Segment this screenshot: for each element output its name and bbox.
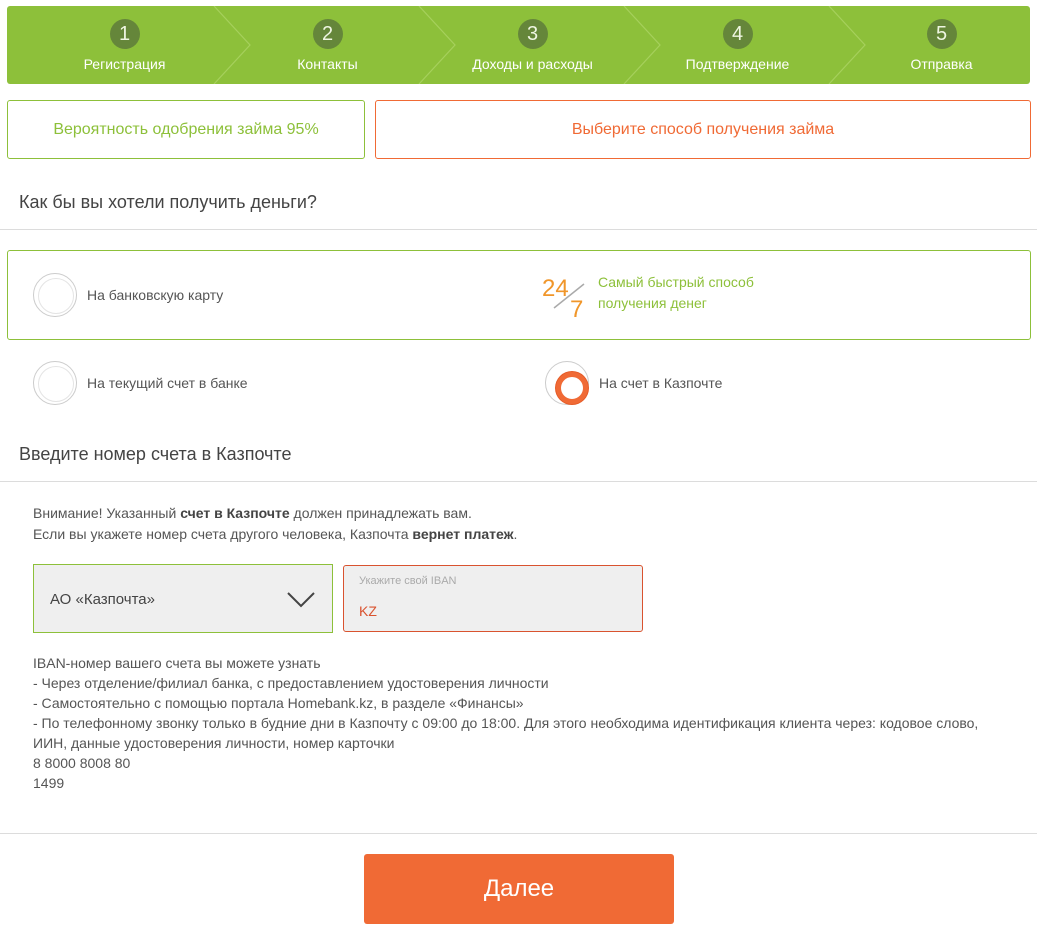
promo-text: Самый быстрый способ получения денег (598, 272, 798, 314)
step-number: 2 (312, 19, 343, 49)
approval-probability-box: Вероятность одобрения займа 95% (7, 100, 365, 159)
step-label: Регистрация (83, 56, 166, 72)
notice-text-part: Если вы укажете номер счета другого чело… (33, 526, 413, 542)
radio-bank-card[interactable] (33, 273, 77, 317)
svg-text:7: 7 (570, 296, 583, 322)
notice-bold: счет в Казпочте (180, 505, 290, 521)
step-confirmation[interactable]: 4 Подтверждение (635, 6, 840, 84)
option-label-bank-account[interactable]: На текущий счет в банке (87, 375, 248, 391)
promo-line: Самый быстрый способ (598, 274, 754, 290)
svg-text:24: 24 (542, 275, 569, 302)
help-phone: 8 8000 8008 80 (33, 755, 131, 771)
step-number: 4 (722, 19, 753, 49)
next-button[interactable]: Далее (364, 854, 674, 924)
step-number: 5 (926, 19, 957, 49)
bank-select-value: АО «Казпочта» (50, 591, 155, 608)
iban-input[interactable] (359, 603, 619, 619)
step-submit[interactable]: 5 Отправка (839, 6, 1030, 84)
choose-method-box: Выберите способ получения займа (375, 100, 1031, 159)
notice-line-1: Внимание! Указанный счет в Казпочте долж… (33, 503, 517, 524)
step-label: Подтверждение (685, 56, 790, 72)
step-income[interactable]: 3 Доходы и расходы (430, 6, 635, 84)
notice-bold: вернет платеж (412, 526, 514, 542)
step-separator-icon (418, 6, 456, 84)
option-label-kazpost[interactable]: На счет в Казпочте (599, 375, 722, 391)
step-number: 3 (517, 19, 548, 49)
step-registration[interactable]: 1 Регистрация (22, 6, 227, 84)
question-heading: Как бы вы хотели получить деньги? (19, 192, 317, 212)
step-label: Контакты (297, 56, 358, 72)
help-line: - Через отделение/филиал банка, с предос… (33, 675, 549, 691)
radio-kazpost[interactable] (545, 361, 589, 405)
help-line: IBAN-номер вашего счета вы можете узнать (33, 655, 321, 671)
notice-text-part: . (513, 526, 518, 542)
divider (0, 833, 1037, 834)
step-separator-icon (213, 6, 251, 84)
chevron-down-icon (287, 592, 315, 608)
iban-help-text: IBAN-номер вашего счета вы можете узнать… (33, 653, 993, 793)
step-label: Отправка (910, 56, 973, 72)
notice-text-part: должен принадлежать вам. (289, 505, 472, 521)
step-label: Доходы и расходы (472, 56, 593, 72)
iban-field[interactable]: Укажите свой IBAN (343, 565, 643, 632)
notice-text-part: Внимание! Указанный (33, 505, 181, 521)
iban-placeholder: Укажите свой IBAN (359, 575, 457, 587)
help-line: - По телефонному звонку только в будние … (33, 715, 979, 751)
radio-bank-account[interactable] (33, 361, 77, 405)
step-separator-icon (828, 6, 866, 84)
bank-select[interactable]: АО «Казпочта» (33, 564, 333, 633)
help-short-number: 1499 (33, 775, 65, 791)
account-heading: Введите номер счета в Казпочте (19, 444, 292, 464)
progress-stepper: 1 Регистрация 2 Контакты 3 Доходы и расх… (7, 6, 1030, 84)
divider (0, 229, 1037, 230)
notice-text: Внимание! Указанный счет в Казпочте долж… (33, 503, 517, 545)
step-number: 1 (109, 19, 140, 49)
option-label-bank-card[interactable]: На банковскую карту (87, 287, 223, 303)
step-contacts[interactable]: 2 Контакты (225, 6, 430, 84)
divider (0, 481, 1037, 482)
help-line: - Самостоятельно с помощью портала Homeb… (33, 695, 524, 711)
step-separator-icon (623, 6, 661, 84)
promo-line: получения денег (598, 295, 707, 311)
24-7-icon: 24 7 (542, 275, 585, 322)
notice-line-2: Если вы укажете номер счета другого чело… (33, 524, 517, 545)
